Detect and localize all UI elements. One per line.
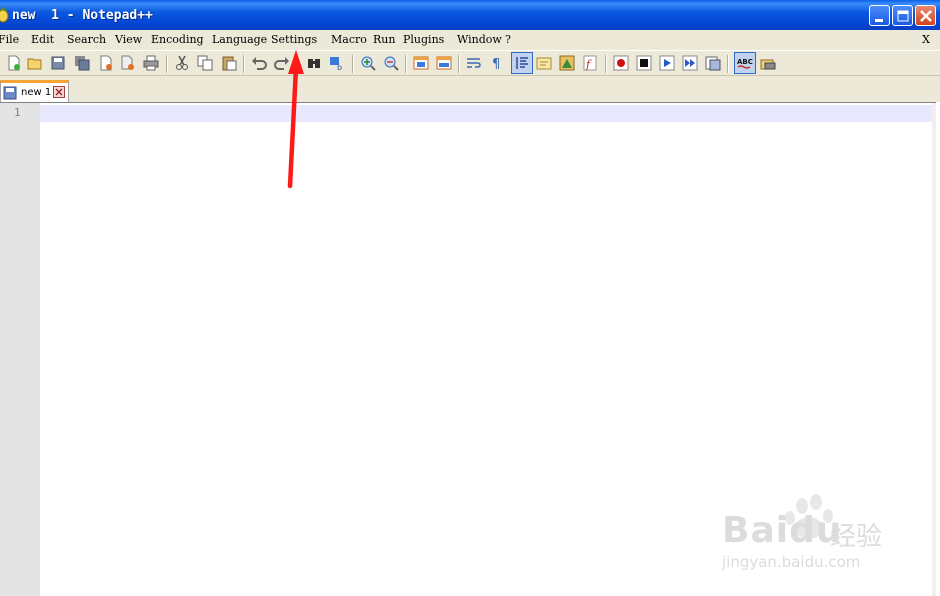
watermark-cn: 经验 [830, 522, 883, 552]
menu-settings[interactable]: Settings [271, 33, 317, 46]
run-macro-multiple-icon[interactable] [682, 55, 698, 71]
svg-text:b: b [337, 63, 342, 71]
line-number: 1 [14, 106, 21, 119]
new-file-icon[interactable] [6, 55, 22, 71]
menu-plugins[interactable]: Plugins [403, 33, 444, 46]
play-macro-icon[interactable] [659, 55, 675, 71]
word-wrap-icon[interactable] [466, 55, 482, 71]
tab-close-icon[interactable] [53, 86, 65, 98]
zoom-in-icon[interactable] [360, 55, 376, 71]
toolbar-separator [166, 55, 168, 73]
minimize-button[interactable] [869, 5, 890, 26]
tab-label: new 1 [21, 87, 52, 98]
redo-icon[interactable] [274, 55, 290, 71]
save-macro-icon[interactable] [705, 55, 721, 71]
close-all-icon[interactable] [120, 55, 136, 71]
toolbar-separator [405, 55, 407, 73]
window-title: new 1 - Notepad++ [12, 8, 153, 23]
print-icon[interactable] [143, 55, 159, 71]
user-defined-language-icon[interactable] [536, 55, 552, 71]
toolbar: b ¶ f ABC [0, 50, 940, 76]
spell-settings-icon[interactable] [760, 55, 776, 71]
zoom-out-icon[interactable] [383, 55, 399, 71]
tab-new-1[interactable]: new 1 [0, 80, 69, 102]
spell-check-icon[interactable]: ABC [737, 55, 753, 71]
maximize-icon [897, 10, 909, 22]
title-bar[interactable]: new 1 - Notepad++ [0, 0, 940, 30]
close-icon [920, 10, 932, 22]
find-icon[interactable] [306, 55, 322, 71]
document-map-icon[interactable] [559, 55, 575, 71]
toolbar-separator [605, 55, 607, 73]
menu-help[interactable]: ? [505, 33, 511, 46]
copy-icon[interactable] [197, 55, 213, 71]
close-document-x[interactable]: X [922, 33, 930, 46]
stop-recording-icon[interactable] [636, 55, 652, 71]
menu-encoding[interactable]: Encoding [151, 33, 204, 46]
watermark-brand: Baidu [722, 510, 843, 551]
toolbar-separator [243, 55, 245, 73]
close-button[interactable] [915, 5, 936, 26]
cut-icon[interactable] [174, 55, 190, 71]
window-right-edge [932, 103, 936, 596]
show-all-characters-icon[interactable]: ¶ [489, 55, 505, 71]
file-saved-icon [3, 86, 17, 100]
toolbar-separator [352, 55, 354, 73]
tab-bar: new 1 [0, 76, 940, 102]
record-macro-icon[interactable] [613, 55, 629, 71]
menu-run[interactable]: Run [373, 33, 395, 46]
watermark-url: jingyan.baidu.com [722, 553, 861, 571]
menu-bar: File Edit Search View Encoding Language … [0, 30, 940, 50]
svg-text:ABC: ABC [737, 58, 753, 66]
sync-horizontal-icon[interactable] [436, 55, 452, 71]
menu-edit[interactable]: Edit [31, 33, 54, 46]
toolbar-separator [458, 55, 460, 73]
menu-file[interactable]: File [0, 33, 19, 46]
open-file-icon[interactable] [27, 55, 43, 71]
save-all-icon[interactable] [74, 55, 90, 71]
function-list-icon[interactable]: f [582, 55, 598, 71]
save-icon[interactable] [50, 55, 66, 71]
menu-window[interactable]: Window [457, 33, 502, 46]
menu-search[interactable]: Search [67, 33, 106, 46]
replace-icon[interactable]: b [329, 55, 345, 71]
menu-view[interactable]: View [115, 33, 142, 46]
undo-icon[interactable] [251, 55, 267, 71]
menu-language[interactable]: Language [212, 33, 267, 46]
maximize-button[interactable] [892, 5, 913, 26]
close-file-icon[interactable] [98, 55, 114, 71]
minimize-icon [875, 19, 883, 22]
menu-macro[interactable]: Macro [331, 33, 367, 46]
notepadpp-icon [0, 7, 9, 23]
paste-icon[interactable] [221, 55, 237, 71]
current-line-highlight [40, 105, 932, 122]
sync-vertical-icon[interactable] [413, 55, 429, 71]
indent-guide-icon[interactable] [514, 55, 530, 71]
line-number-gutter: 1 [0, 103, 40, 596]
toolbar-separator [727, 55, 729, 73]
svg-text:¶: ¶ [492, 57, 500, 71]
